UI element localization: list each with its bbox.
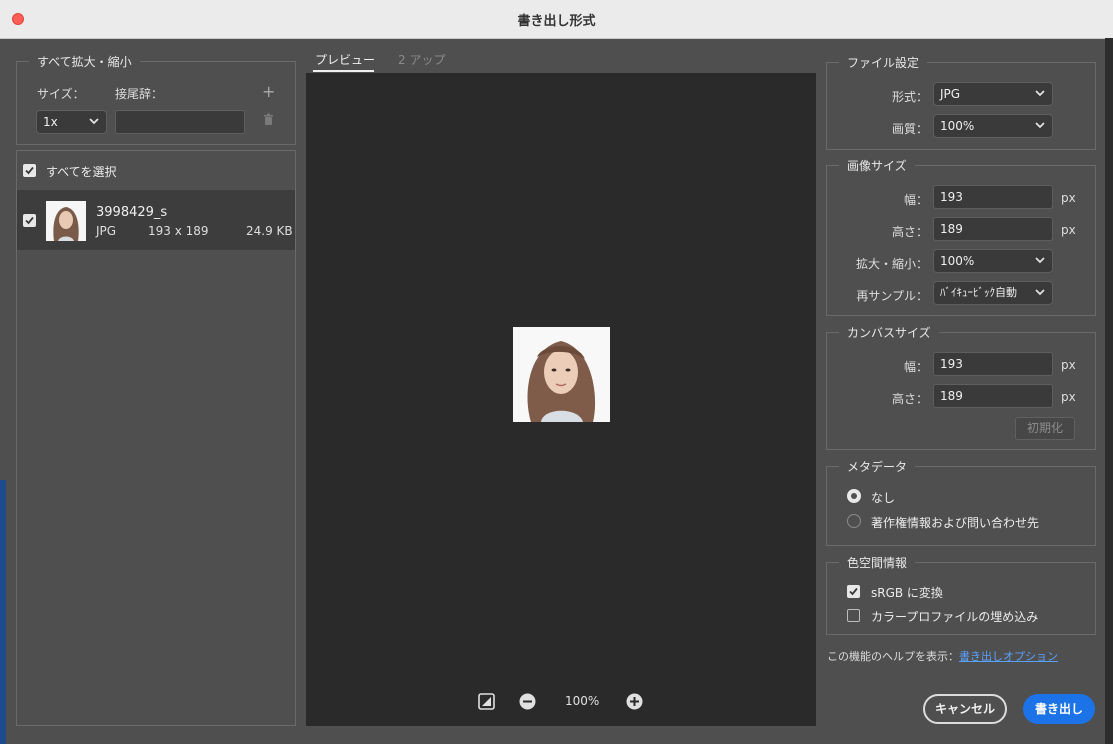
- help-prefix: この機能のヘルプを表示：: [827, 650, 959, 663]
- preview-image: [513, 327, 610, 422]
- select-all-checkbox[interactable]: [23, 164, 36, 177]
- chevron-down-icon: [1035, 122, 1045, 129]
- metadata-none-radio[interactable]: [847, 489, 861, 503]
- image-height-unit: px: [1061, 223, 1076, 237]
- quality-select[interactable]: 100%: [933, 114, 1053, 138]
- scale-size-select[interactable]: 1x: [36, 110, 107, 134]
- asset-dimensions: 193 x 189: [148, 224, 209, 238]
- image-height-label: 高さ：: [891, 225, 928, 239]
- image-height-input[interactable]: 189: [933, 217, 1053, 241]
- resample-label: 再サンプル：: [856, 289, 928, 303]
- scale-all-title: すべて拡大・縮小: [29, 53, 140, 70]
- asset-checkbox[interactable]: [23, 214, 36, 227]
- asset-thumbnail: [46, 201, 86, 241]
- fit-view-icon[interactable]: [478, 693, 495, 710]
- image-width-label: 幅：: [903, 193, 928, 207]
- image-width-unit: px: [1061, 191, 1076, 205]
- tab-2up[interactable]: 2 アップ: [398, 51, 445, 68]
- zoom-in-icon[interactable]: [626, 693, 643, 710]
- close-window-button[interactable]: [12, 13, 24, 25]
- canvas-height-unit: px: [1061, 390, 1076, 404]
- scale-value: 100%: [940, 254, 975, 268]
- canvas-width-unit: px: [1061, 358, 1076, 372]
- scale-select[interactable]: 100%: [933, 249, 1053, 273]
- canvas-width-label: 幅：: [903, 360, 928, 374]
- metadata-copyright-radio[interactable]: [847, 514, 861, 528]
- format-value: JPG: [940, 87, 961, 101]
- file-settings-title: ファイル設定: [839, 54, 928, 71]
- canvas-size-title: カンバスサイズ: [839, 324, 939, 341]
- scale-label: 拡大・縮小：: [855, 257, 928, 271]
- help-text: この機能のヘルプを表示：書き出しオプション: [827, 648, 1058, 664]
- desktop-background: [0, 480, 6, 744]
- image-size-title: 画像サイズ: [839, 157, 915, 174]
- plus-icon[interactable]: +: [262, 82, 275, 101]
- tab-preview-underline: [313, 70, 374, 72]
- metadata-none-label: なし: [871, 491, 896, 505]
- trash-icon[interactable]: [263, 113, 274, 126]
- metadata-title: メタデータ: [839, 458, 916, 475]
- chevron-down-icon: [89, 118, 99, 125]
- scale-size-value: 1x: [43, 115, 58, 129]
- suffix-label: 接尾辞：: [115, 87, 164, 101]
- metadata-copyright-label: 著作権情報および問い合わせ先: [871, 516, 1040, 530]
- chevron-down-icon: [1035, 90, 1045, 97]
- zoom-out-icon[interactable]: [519, 693, 536, 710]
- chevron-down-icon: [1035, 289, 1045, 296]
- resample-select[interactable]: ﾊﾞｲｷｭｰﾋﾞｯｸ自動: [933, 281, 1053, 305]
- suffix-input[interactable]: [115, 110, 245, 134]
- asset-format: JPG: [96, 224, 117, 238]
- color-space-title: 色空間情報: [839, 554, 916, 571]
- quality-value: 100%: [940, 119, 975, 133]
- asset-name: 3998429_s: [96, 205, 168, 220]
- reset-button[interactable]: 初期化: [1015, 417, 1075, 440]
- convert-srgb-label: sRGB に変換: [871, 586, 943, 600]
- tab-preview[interactable]: プレビュー: [315, 51, 375, 68]
- convert-srgb-checkbox[interactable]: [847, 585, 860, 598]
- canvas-width-input[interactable]: 193: [933, 352, 1053, 376]
- chevron-down-icon: [1035, 257, 1045, 264]
- resample-value: ﾊﾞｲｷｭｰﾋﾞｯｸ自動: [940, 286, 1017, 299]
- size-label: サイズ：: [37, 87, 85, 101]
- window-title: 書き出し形式: [517, 13, 596, 29]
- title-bar: 書き出し形式: [0, 0, 1113, 39]
- asset-filesize: 24.9 KB: [246, 224, 293, 238]
- embed-profile-label: カラープロファイルの埋め込み: [871, 610, 1039, 624]
- export-button[interactable]: 書き出し: [1023, 694, 1095, 724]
- select-all-label: すべてを選択: [46, 165, 117, 179]
- format-label: 形式：: [891, 90, 928, 104]
- help-link[interactable]: 書き出しオプション: [959, 650, 1058, 663]
- quality-label: 画質：: [891, 122, 928, 136]
- canvas-height-label: 高さ：: [891, 392, 928, 406]
- embed-profile-checkbox[interactable]: [847, 609, 860, 622]
- zoom-level: 100%: [565, 694, 600, 708]
- background-window-edge: [1105, 38, 1113, 744]
- format-select[interactable]: JPG: [933, 82, 1053, 106]
- metadata-group: メタデータ: [826, 458, 1096, 546]
- canvas-height-input[interactable]: 189: [933, 384, 1053, 408]
- cancel-button[interactable]: キャンセル: [923, 694, 1007, 724]
- image-width-input[interactable]: 193: [933, 185, 1053, 209]
